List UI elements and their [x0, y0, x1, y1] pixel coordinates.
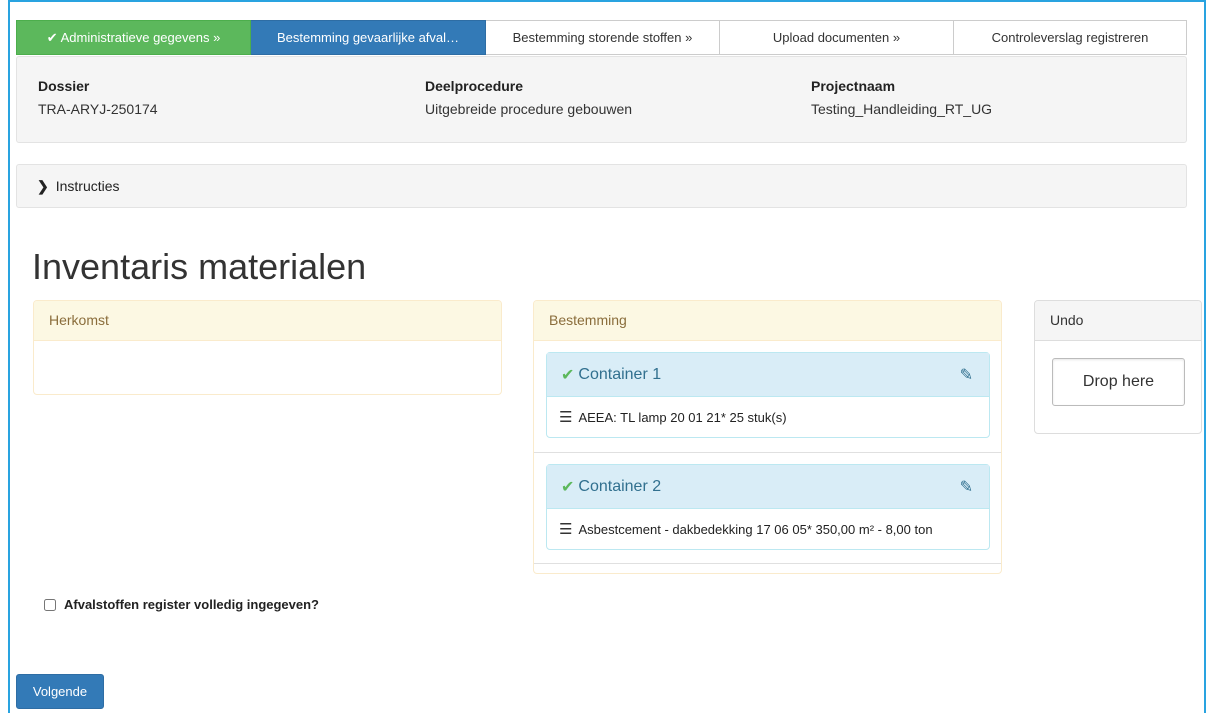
- container-1: ✔ Container 1 ✎ ☰ AEEA: TL lamp 20 01 21…: [546, 352, 990, 438]
- step-label: Controleverslag registreren: [991, 30, 1149, 45]
- container-name: Container 1: [578, 365, 662, 383]
- herkomst-panel: Herkomst: [33, 300, 502, 395]
- container-item[interactable]: ☰ Asbestcement - dakbedekking 17 06 05* …: [547, 509, 989, 549]
- dossier-field: Dossier TRA-ARYJ-250174: [38, 78, 158, 117]
- container-header: ✔ Container 2 ✎: [547, 465, 989, 509]
- projectnaam-label: Projectnaam: [811, 78, 896, 94]
- register-complete-row[interactable]: Afvalstoffen register volledig ingegeven…: [44, 597, 319, 612]
- herkomst-drop-area[interactable]: [34, 341, 501, 394]
- container-header: ✔ Container 1 ✎: [547, 353, 989, 397]
- step-label: Bestemming storende stoffen »: [512, 30, 693, 45]
- register-complete-label: Afvalstoffen register volledig ingegeven…: [64, 597, 319, 612]
- container-item[interactable]: ☰ AEEA: TL lamp 20 01 21* 25 stuk(s): [547, 397, 989, 437]
- step-bestemming-storende-stoffen[interactable]: Bestemming storende stoffen »: [486, 20, 720, 55]
- deelprocedure-value: Uitgebreide procedure gebouwen: [425, 101, 633, 117]
- dossier-info-panel: Dossier TRA-ARYJ-250174 Deelprocedure Ui…: [16, 56, 1187, 143]
- herkomst-heading: Herkomst: [34, 301, 501, 341]
- step-bestemming-gevaarlijke-afval[interactable]: Bestemming gevaarlijke afval…: [251, 20, 486, 55]
- instructions-toggle[interactable]: ❯ Instructies: [16, 164, 1187, 208]
- container-name: Container 2: [578, 477, 662, 495]
- deelprocedure-label: Deelprocedure: [425, 78, 524, 94]
- projectnaam-field: Projectnaam Testing_Handleiding_RT_UG: [811, 78, 992, 117]
- check-icon: ✔: [561, 366, 575, 384]
- container-item-label: AEEA: TL lamp 20 01 21* 25 stuk(s): [578, 409, 787, 425]
- dossier-value: TRA-ARYJ-250174: [38, 101, 158, 117]
- step-administratieve-gegevens[interactable]: ✔ Administratieve gegevens »: [16, 20, 251, 55]
- page-title: Inventaris materialen: [32, 246, 367, 287]
- undo-drop-zone[interactable]: Drop here: [1052, 358, 1185, 406]
- projectnaam-value: Testing_Handleiding_RT_UG: [811, 101, 993, 117]
- next-button[interactable]: Volgende: [16, 674, 104, 709]
- pencil-icon[interactable]: ✎: [960, 477, 973, 497]
- undo-heading: Undo: [1035, 301, 1201, 341]
- step-label: Bestemming gevaarlijke afval…: [276, 30, 460, 45]
- container-divider: [534, 563, 1001, 564]
- chevron-right-icon: ❯: [37, 177, 49, 194]
- drag-handle-icon[interactable]: ☰: [559, 408, 572, 426]
- bestemming-heading: Bestemming: [534, 301, 1001, 341]
- deelprocedure-field: Deelprocedure Uitgebreide procedure gebo…: [425, 78, 632, 117]
- container-2: ✔ Container 2 ✎ ☰ Asbestcement - dakbede…: [546, 464, 990, 550]
- container-divider: [534, 452, 1001, 453]
- step-upload-documenten[interactable]: Upload documenten »: [720, 20, 954, 55]
- instructions-label: Instructies: [55, 178, 120, 194]
- pencil-icon[interactable]: ✎: [960, 365, 973, 385]
- step-label: Upload documenten »: [772, 30, 901, 45]
- check-icon: ✔: [561, 478, 575, 496]
- container-item-label: Asbestcement - dakbedekking 17 06 05* 35…: [578, 521, 933, 537]
- check-icon: ✔: [46, 29, 58, 45]
- step-label: Administratieve gegevens »: [60, 30, 221, 45]
- step-controleverslag-registreren[interactable]: Controleverslag registreren: [954, 20, 1187, 55]
- wizard-steps: ✔ Administratieve gegevens » Bestemming …: [16, 20, 1187, 55]
- drag-handle-icon[interactable]: ☰: [559, 520, 572, 538]
- dossier-label: Dossier: [38, 78, 90, 94]
- register-complete-checkbox[interactable]: [44, 598, 56, 611]
